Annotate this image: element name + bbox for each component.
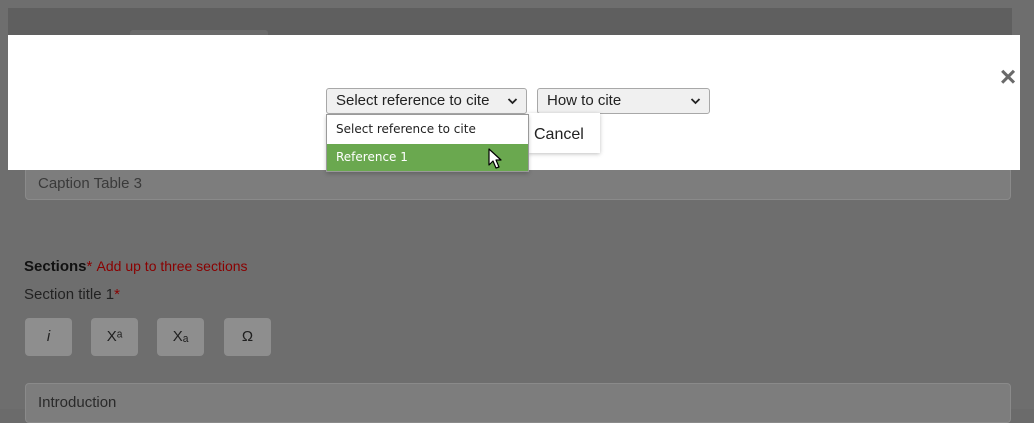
sections-hint: Add up to three sections: [96, 258, 248, 274]
superscript-button[interactable]: Xᵃ: [91, 318, 138, 356]
required-mark: *: [114, 286, 120, 303]
dropdown-option[interactable]: Select reference to cite: [327, 116, 528, 143]
mouse-cursor-icon: [488, 148, 504, 175]
section-title-label: Section title 1*: [24, 286, 120, 303]
special-character-button[interactable]: Ω: [224, 318, 271, 356]
reference-select-value: Select reference to cite: [336, 92, 490, 109]
sections-heading: Sections* Add up to three sections: [24, 258, 248, 275]
section-title-text: Section title 1: [24, 286, 115, 303]
subscript-button[interactable]: Xₐ: [157, 318, 204, 356]
how-to-cite-select[interactable]: How to cite: [537, 88, 710, 114]
sections-heading-label: Sections: [24, 258, 87, 275]
required-mark: *: [86, 258, 93, 275]
section-title-input[interactable]: Introduction: [25, 383, 1011, 423]
how-to-cite-value: How to cite: [547, 92, 622, 109]
cancel-button[interactable]: Cancel: [534, 126, 584, 144]
chevron-down-icon: [690, 89, 701, 122]
close-icon[interactable]: ×: [995, 63, 1021, 91]
italic-button[interactable]: i: [25, 318, 72, 356]
reference-select[interactable]: Select reference to cite: [326, 88, 527, 114]
